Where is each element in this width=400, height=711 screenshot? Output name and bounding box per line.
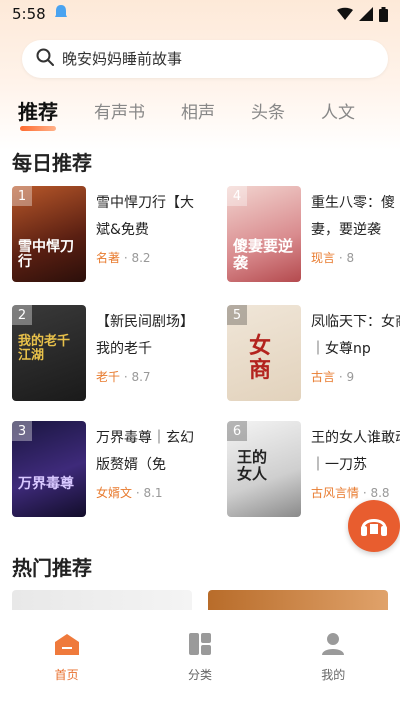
book-title: 雪中悍刀行【大斌&免费 bbox=[96, 195, 194, 238]
nav-category[interactable]: 分类 bbox=[160, 632, 240, 711]
nav-category-label: 分类 bbox=[187, 668, 212, 682]
book-card[interactable]: 5 女商 凤临天下：女商｜女尊np 古言 · 9 bbox=[227, 305, 400, 405]
book-title: 万界毒尊｜玄幻版赘婿（免 bbox=[96, 430, 194, 473]
status-time: 5:58 bbox=[12, 5, 46, 23]
book-score: 8.8 bbox=[370, 486, 390, 500]
book-meta: 现言 · 8 bbox=[311, 251, 355, 265]
book-category: 现言 bbox=[311, 251, 336, 265]
tab-headlines[interactable]: 头条 bbox=[251, 98, 285, 123]
rank-badge: 1 bbox=[12, 186, 32, 206]
notification-icon bbox=[54, 4, 68, 24]
hot-book-cover[interactable] bbox=[208, 590, 388, 610]
bottom-navigation: 首页 分类 我的 bbox=[0, 610, 400, 711]
book-cover: 2 我的老千江湖 bbox=[12, 305, 86, 401]
book-cover: 5 女商 bbox=[227, 305, 301, 401]
rank-badge: 2 bbox=[12, 305, 32, 325]
book-meta: 女婿文 · 8.1 bbox=[96, 486, 163, 500]
book-meta: 名著 · 8.2 bbox=[96, 251, 151, 265]
section-title-daily: 每日推荐 bbox=[12, 151, 92, 175]
rank-badge: 4 bbox=[227, 186, 247, 206]
book-meta: 古言 · 9 bbox=[311, 370, 355, 384]
rank-badge: 5 bbox=[227, 305, 247, 325]
book-score: 8.2 bbox=[131, 251, 151, 265]
tab-recommend[interactable]: 推荐 bbox=[18, 96, 58, 131]
status-icons bbox=[337, 6, 388, 22]
book-title: 重生八零：傻妻，要逆袭 bbox=[311, 195, 395, 238]
book-category: 女婿文 bbox=[96, 486, 133, 500]
book-cover: 1 雪中悍刀行 bbox=[12, 186, 86, 282]
cover-title: 我的老千江湖 bbox=[18, 334, 71, 364]
signal-icon bbox=[359, 7, 373, 21]
book-category: 老千 bbox=[96, 370, 121, 384]
book-title: 【新民间剧场】我的老千 bbox=[96, 314, 194, 357]
home-icon bbox=[54, 632, 80, 660]
wifi-icon bbox=[337, 7, 353, 20]
book-category: 古风言情 bbox=[311, 486, 360, 500]
category-tabs: 推荐 有声书 相声 头条 人文 bbox=[0, 92, 400, 131]
cover-title: 万界毒尊 bbox=[18, 476, 74, 492]
nav-profile[interactable]: 我的 bbox=[293, 632, 373, 711]
hot-book-cover[interactable] bbox=[12, 590, 192, 610]
tab-humanities[interactable]: 人文 bbox=[321, 98, 355, 123]
search-input[interactable] bbox=[62, 50, 362, 68]
search-bar[interactable] bbox=[22, 40, 388, 78]
book-category: 古言 bbox=[311, 370, 336, 384]
status-bar: 5:58 bbox=[0, 0, 400, 28]
headphones-icon bbox=[359, 510, 389, 542]
tab-audiobook[interactable]: 有声书 bbox=[94, 98, 145, 123]
audio-player-button[interactable] bbox=[348, 500, 400, 552]
book-score: 8 bbox=[346, 251, 355, 265]
book-cover: 3 万界毒尊 bbox=[12, 421, 86, 517]
cover-title: 雪中悍刀行 bbox=[18, 239, 74, 271]
battery-icon bbox=[379, 6, 388, 22]
rank-badge: 6 bbox=[227, 421, 247, 441]
book-title: 凤临天下：女商｜女尊np bbox=[311, 314, 400, 357]
book-card[interactable]: 3 万界毒尊 万界毒尊｜玄幻版赘婿（免 女婿文 · 8.1 bbox=[12, 421, 202, 521]
book-meta: 古风言情 · 8.8 bbox=[311, 486, 390, 500]
book-title: 王的女人谁敢动｜一刀苏 bbox=[311, 430, 400, 473]
book-meta: 老千 · 8.7 bbox=[96, 370, 151, 384]
category-icon bbox=[188, 632, 212, 660]
book-score: 8.1 bbox=[143, 486, 163, 500]
book-category: 名著 bbox=[96, 251, 121, 265]
book-cover: 6 王的女人 bbox=[227, 421, 301, 517]
book-card[interactable]: 1 雪中悍刀行 雪中悍刀行【大斌&免费 名著 · 8.2 bbox=[12, 186, 202, 286]
section-title-hot: 热门推荐 bbox=[12, 556, 92, 580]
cover-title: 傻妻要逆袭 bbox=[233, 237, 294, 272]
book-score: 9 bbox=[346, 370, 355, 384]
tab-crosstalk[interactable]: 相声 bbox=[181, 98, 215, 123]
book-score: 8.7 bbox=[131, 370, 151, 384]
cover-title: 王的女人 bbox=[237, 448, 268, 483]
rank-badge: 3 bbox=[12, 421, 32, 441]
book-card[interactable]: 4 傻妻要逆袭 重生八零：傻妻，要逆袭 现言 · 8 bbox=[227, 186, 400, 286]
profile-icon bbox=[321, 632, 345, 660]
search-icon bbox=[36, 48, 54, 70]
nav-home-label: 首页 bbox=[54, 668, 79, 682]
nav-profile-label: 我的 bbox=[321, 668, 346, 682]
book-cover: 4 傻妻要逆袭 bbox=[227, 186, 301, 282]
book-card[interactable]: 2 我的老千江湖 【新民间剧场】我的老千 老千 · 8.7 bbox=[12, 305, 202, 405]
cover-title: 女商 bbox=[249, 334, 272, 384]
nav-home[interactable]: 首页 bbox=[27, 632, 107, 711]
